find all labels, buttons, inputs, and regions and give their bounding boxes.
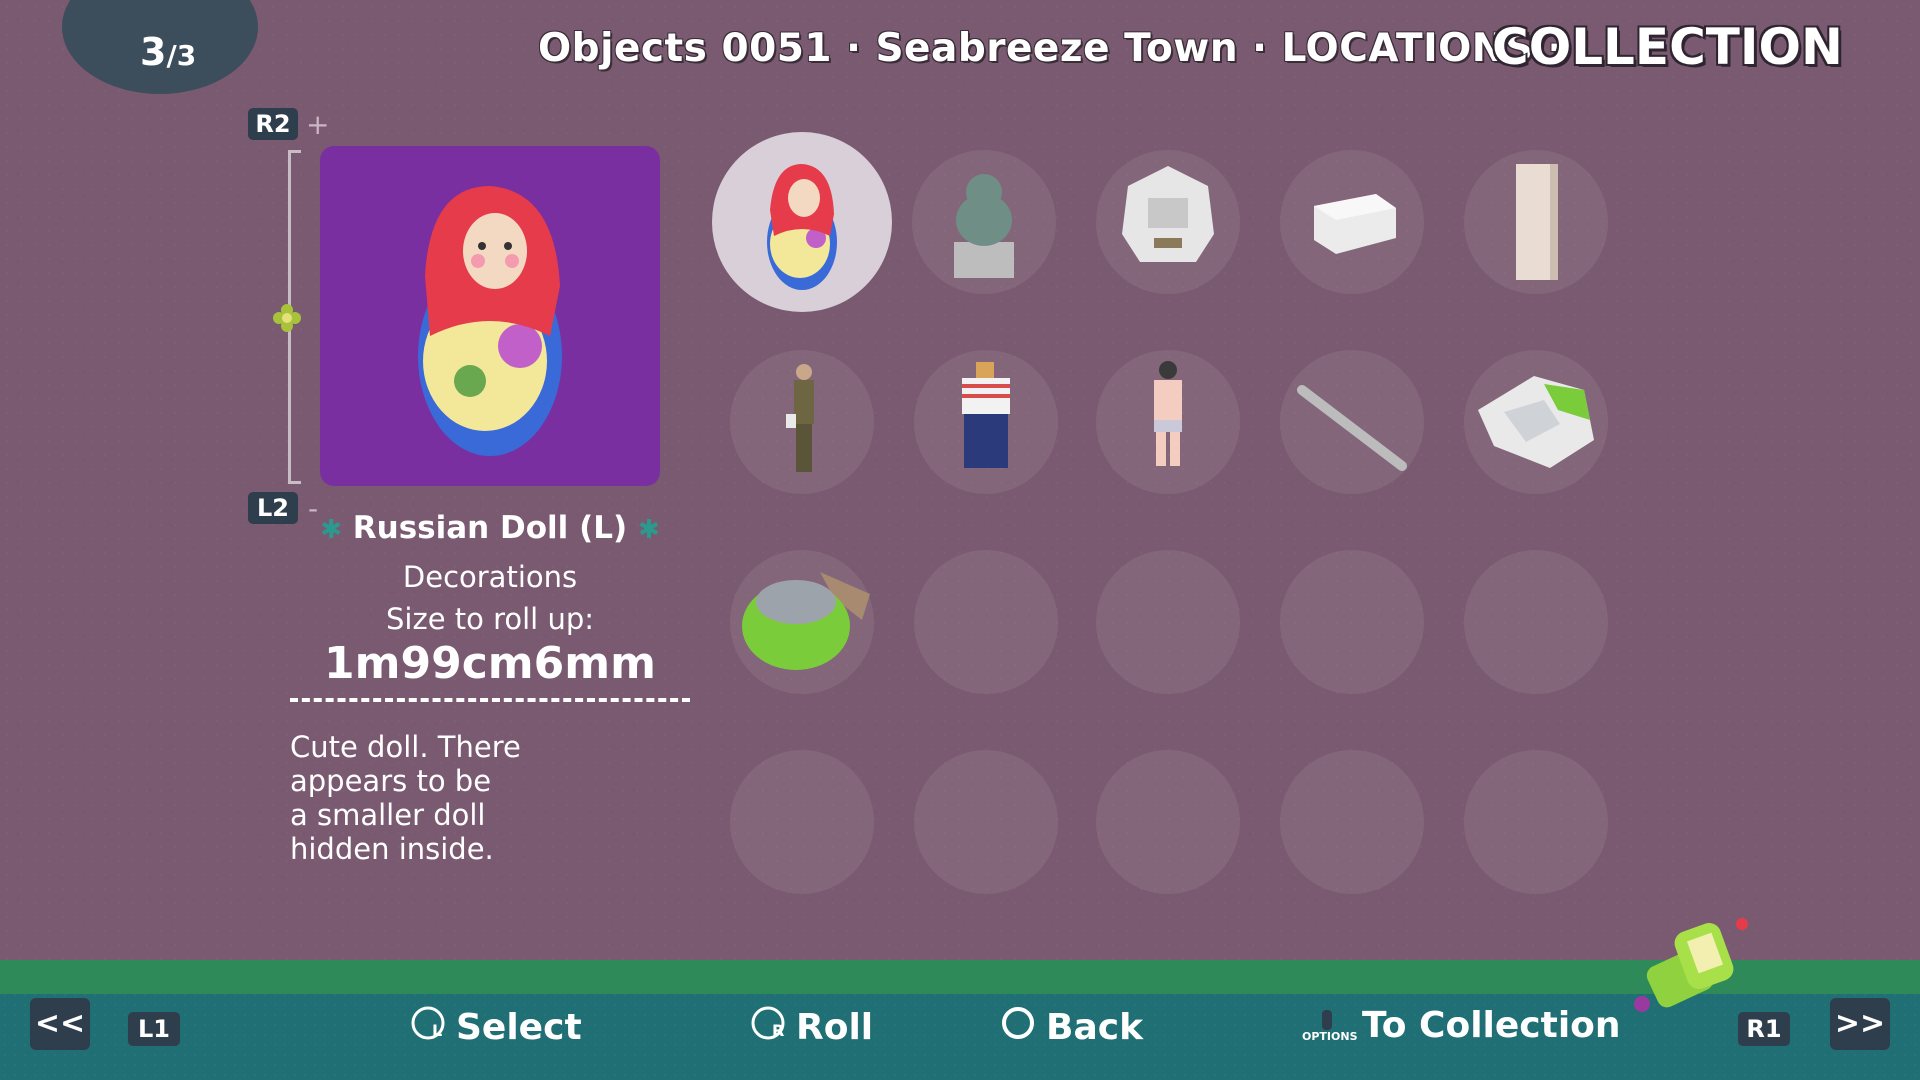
object-name-label: Russian Doll (L) (352, 510, 628, 546)
description-line: appears to be (290, 764, 492, 798)
l1-button[interactable]: L1 (128, 1012, 180, 1046)
prince-icon (1634, 918, 1748, 1012)
roll-hint[interactable]: R Roll (750, 1005, 873, 1050)
page-counter: 3/3 (140, 30, 196, 74)
green-island-icon (742, 572, 870, 670)
page-total: 3 (176, 39, 197, 72)
grid-slot-swimmer[interactable] (1096, 350, 1240, 494)
object-name: ✱ Russian Doll (L) ✱ (300, 510, 680, 546)
grid-slot-green-island[interactable] (730, 550, 874, 694)
page-title: COLLECTION (1492, 18, 1843, 76)
page-separator: / (166, 39, 177, 72)
grid-slot-empty[interactable] (730, 750, 874, 894)
circle-button-icon (1000, 1005, 1036, 1050)
object-category: Decorations (402, 560, 578, 594)
left-stick-icon: L (410, 1005, 446, 1050)
description-line: Cute doll. There (290, 730, 521, 764)
grid-slot-empty[interactable] (914, 750, 1058, 894)
tall-cabinet-icon (1516, 164, 1558, 280)
grid-slot-man-with-bag[interactable] (730, 350, 874, 494)
russian-doll-icon (418, 186, 562, 456)
grid-slot-white-box[interactable] (1280, 150, 1424, 294)
next-page-button[interactable]: >> (1830, 998, 1890, 1050)
swimmer-icon (1154, 361, 1182, 466)
grid-slot-park-piece[interactable] (1464, 350, 1608, 494)
grid-slot-striped-shirt-person[interactable] (914, 350, 1058, 494)
grid-slot-empty[interactable] (1280, 750, 1424, 894)
object-description: Cute doll. There appears to be a smaller… (290, 730, 590, 866)
r1-button[interactable]: R1 (1738, 1012, 1790, 1046)
lion-statue-icon (954, 174, 1014, 278)
star-icon: ✱ (320, 515, 342, 545)
options-label: OPTIONS (1302, 1029, 1358, 1043)
size-value: 1m99cm6mm (324, 638, 656, 689)
prince-mascot (1630, 912, 1760, 1022)
grid-slot-empty[interactable] (1096, 550, 1240, 694)
object-preview (320, 146, 660, 486)
back-label: Back (1046, 1007, 1144, 1048)
grid-slot-tall-cabinet[interactable] (1464, 150, 1608, 294)
description-line: a smaller doll (290, 798, 486, 832)
roll-label: Roll (796, 1007, 874, 1048)
grid-slot-metal-pole[interactable] (1280, 350, 1424, 494)
description-line: hidden inside. (290, 832, 494, 866)
grid-slot-russian-doll[interactable] (712, 132, 892, 312)
russian-doll-icon (767, 164, 837, 290)
breadcrumb: Objects 0051 · Seabreeze Town · LOCATION… (538, 26, 1563, 71)
grid-slot-empty[interactable] (1280, 550, 1424, 694)
select-hint[interactable]: L Select (410, 1005, 582, 1050)
divider (290, 698, 690, 702)
plus-icon: + (306, 108, 330, 141)
right-stick-label: R (772, 1021, 785, 1040)
striped-shirt-person-icon (962, 362, 1010, 468)
park-piece-icon (1478, 376, 1594, 468)
man-with-bag-icon (786, 364, 814, 472)
right-stick-icon: R (750, 1005, 786, 1050)
size-label: Size to roll up: (386, 602, 594, 636)
star-icon: ✱ (638, 515, 660, 545)
left-stick-label: L (432, 1021, 443, 1040)
zoom-in-button[interactable]: R2 (248, 108, 298, 140)
grid-slot-empty[interactable] (1464, 550, 1608, 694)
page-current: 3 (140, 30, 167, 74)
zoom-knob-icon[interactable] (272, 303, 302, 333)
to-collection-label: To Collection (1362, 1005, 1621, 1046)
grid-slot-lion-head[interactable] (1096, 150, 1240, 294)
prev-page-button[interactable]: << (30, 998, 90, 1050)
grid-slot-lion-statue[interactable] (912, 150, 1056, 294)
back-hint[interactable]: Back (1000, 1005, 1143, 1050)
options-button-icon: OPTIONS (1302, 1006, 1358, 1046)
metal-pole-icon (1297, 385, 1407, 471)
grid-slot-empty[interactable] (914, 550, 1058, 694)
grid-slot-empty[interactable] (1464, 750, 1608, 894)
select-label: Select (456, 1007, 582, 1048)
lion-head-icon (1122, 166, 1214, 262)
grid-slot-empty[interactable] (1096, 750, 1240, 894)
zoom-out-button[interactable]: L2 (248, 492, 298, 524)
white-box-icon (1314, 194, 1396, 254)
to-collection-hint[interactable]: OPTIONS To Collection (1302, 1005, 1621, 1046)
page-indicator: 3/3 (62, 0, 258, 94)
